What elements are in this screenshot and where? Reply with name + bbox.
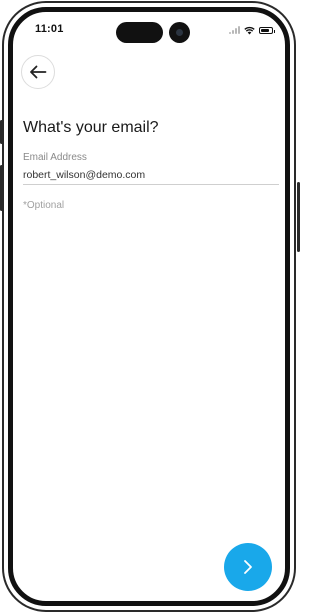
signal-icon (229, 26, 240, 34)
optional-note: *Optional (23, 200, 65, 211)
phone-screen: 11:01 What's your email? Email Address r… (8, 7, 290, 606)
page-title: What's your email? (23, 119, 159, 136)
status-bar: 11:01 (13, 12, 285, 50)
dynamic-island (116, 22, 163, 43)
email-field[interactable] (23, 166, 279, 185)
wifi-icon (244, 26, 255, 34)
arrow-left-icon (30, 65, 47, 79)
front-camera (169, 22, 190, 43)
power-button (297, 182, 300, 252)
chevron-right-icon (244, 560, 252, 574)
back-button[interactable] (21, 55, 55, 89)
device-stage: 11:01 What's your email? Email Address r… (0, 0, 300, 615)
status-time: 11:01 (35, 23, 64, 35)
battery-icon (259, 26, 275, 34)
email-field-label: Email Address (23, 152, 87, 163)
status-icons (229, 24, 275, 36)
next-button[interactable] (224, 543, 272, 591)
phone-frame: 11:01 What's your email? Email Address r… (2, 1, 296, 612)
